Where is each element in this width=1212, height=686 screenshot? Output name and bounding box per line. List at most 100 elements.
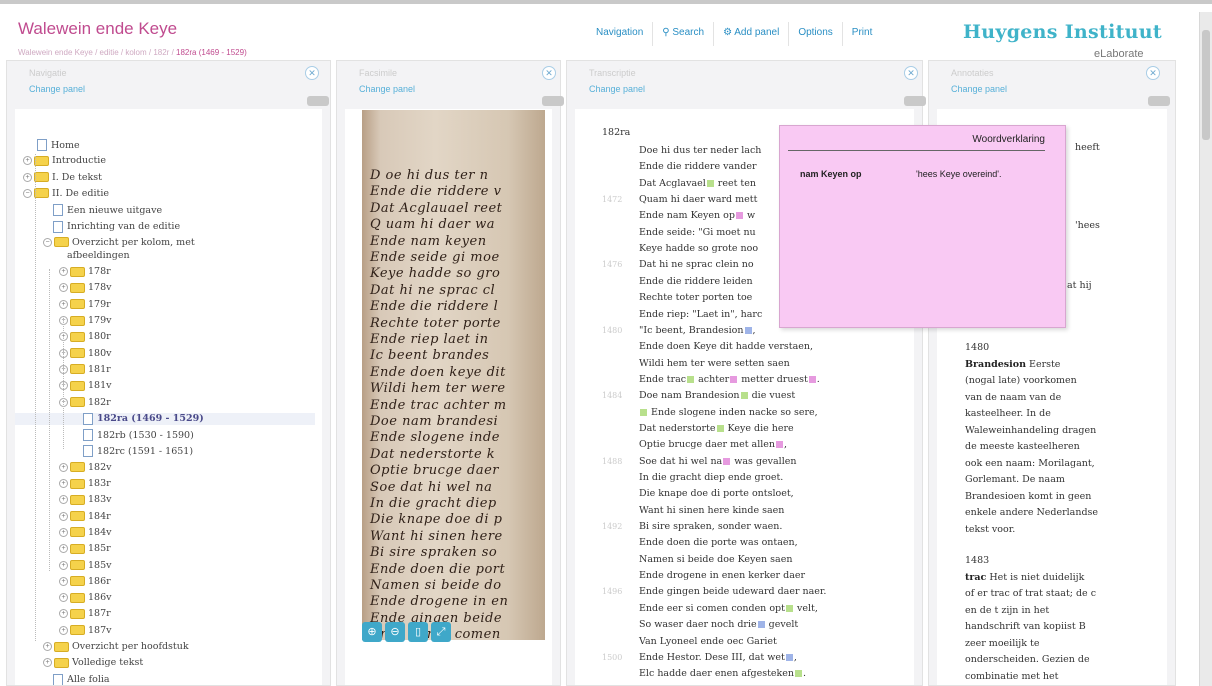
scrollbar-thumb[interactable] <box>1202 30 1210 140</box>
folder-icon <box>70 331 85 342</box>
collapse-icon[interactable]: − <box>43 237 52 247</box>
tree-document[interactable]: Een nieuwe uitgave <box>53 204 162 217</box>
annotation-marker-icon[interactable] <box>757 621 765 629</box>
expand-icon[interactable]: + <box>59 609 68 619</box>
panel-collapse-handle[interactable] <box>542 96 564 106</box>
annotation-marker-icon[interactable] <box>776 441 784 449</box>
change-panel-link[interactable]: Change panel <box>589 84 645 94</box>
fullscreen-icon[interactable]: ⤢ <box>431 622 451 642</box>
tree-folder[interactable]: + Overzicht per hoofdstuk <box>43 641 189 652</box>
tree-document[interactable]: Home <box>37 139 80 151</box>
expand-icon[interactable]: + <box>59 495 68 505</box>
annotation-marker-icon[interactable] <box>795 670 803 678</box>
tree-folder[interactable]: +185v <box>59 560 112 571</box>
zoom-in-icon[interactable]: ⊕ <box>362 622 382 642</box>
print-button[interactable]: Print <box>843 22 882 46</box>
expand-icon[interactable]: + <box>23 156 32 166</box>
close-icon[interactable]: ✕ <box>904 66 918 80</box>
annotation-marker-icon[interactable] <box>723 457 731 465</box>
change-panel-link[interactable]: Change panel <box>29 84 85 94</box>
annotation-marker-icon[interactable] <box>785 604 793 612</box>
page-scrollbar[interactable] <box>1199 12 1212 686</box>
expand-icon[interactable]: + <box>59 544 68 554</box>
tree-folder[interactable]: +179r <box>59 299 111 310</box>
tree-folder[interactable]: +186v <box>59 592 112 603</box>
tree-item-label: 180r <box>88 331 111 343</box>
annotation-lemma[interactable]: trac <box>965 572 986 583</box>
expand-icon[interactable]: + <box>59 267 68 277</box>
annotation-marker-icon[interactable] <box>735 212 743 220</box>
expand-icon[interactable]: + <box>59 625 68 635</box>
annotation-marker-icon[interactable] <box>640 408 647 416</box>
tree-folder[interactable]: +183r <box>59 478 111 489</box>
tree-document[interactable]: 182rc (1591 - 1651) <box>83 445 193 458</box>
line-text: Die knape doe di porte ontsloet, <box>639 488 794 500</box>
annotation-marker-icon[interactable] <box>687 375 695 383</box>
tree-folder[interactable]: − Overzicht per kolom, met <box>43 237 195 248</box>
expand-icon[interactable]: + <box>59 576 68 586</box>
add-panel-button[interactable]: ⚙ Add panel <box>714 22 790 46</box>
collapse-icon[interactable]: − <box>23 188 32 198</box>
tree-document[interactable]: 182ra (1469 - 1529) <box>15 412 315 425</box>
close-icon[interactable]: ✕ <box>305 66 319 80</box>
tree-folder[interactable]: + Volledige tekst <box>43 657 143 668</box>
tree-folder[interactable]: +184v <box>59 527 112 538</box>
tree-folder[interactable]: +181r <box>59 364 111 375</box>
annotation-marker-icon[interactable] <box>744 326 752 334</box>
tree-folder[interactable]: +185r <box>59 543 111 554</box>
annotation-marker-icon[interactable] <box>716 424 724 432</box>
annotation-marker-icon[interactable] <box>730 375 738 383</box>
tree-folder[interactable]: +186r <box>59 576 111 587</box>
tree-document[interactable]: Alle folia <box>53 673 110 685</box>
close-icon[interactable]: ✕ <box>542 66 556 80</box>
panel-collapse-handle[interactable] <box>307 96 329 106</box>
expand-icon[interactable]: + <box>43 658 52 668</box>
tree-item-label: afbeeldingen <box>67 249 130 261</box>
close-icon[interactable]: ✕ <box>1146 66 1160 80</box>
expand-icon[interactable]: + <box>59 283 68 293</box>
expand-icon[interactable]: + <box>59 560 68 570</box>
tree-folder[interactable]: +181v <box>59 380 112 391</box>
expand-icon[interactable]: + <box>23 172 32 182</box>
expand-icon[interactable]: + <box>59 299 68 309</box>
expand-icon[interactable]: + <box>59 511 68 521</box>
annotation-marker-icon[interactable] <box>785 653 793 661</box>
tree-folder[interactable]: +187v <box>59 625 112 636</box>
tree-folder[interactable]: +182v <box>59 462 112 473</box>
app-title[interactable]: Walewein ende Keye <box>18 19 177 39</box>
tree-folder[interactable]: +187r <box>59 608 111 619</box>
tree-document[interactable]: 182rb (1530 - 1590) <box>83 429 194 442</box>
tree-document[interactable]: Inrichting van de editie <box>53 220 180 233</box>
expand-icon[interactable]: + <box>59 479 68 488</box>
tree-folder[interactable]: +178v <box>59 282 112 293</box>
breadcrumb-path[interactable]: Walewein ende Keye / editie / kolom / 18… <box>18 48 176 57</box>
annotation-marker-icon[interactable] <box>706 179 714 187</box>
expand-icon[interactable]: + <box>43 642 52 651</box>
options-button[interactable]: Options <box>789 22 843 46</box>
expand-icon[interactable]: + <box>59 527 68 537</box>
search-button[interactable]: ⚲ Search <box>653 22 715 46</box>
tree-folder[interactable]: −182r <box>59 397 111 408</box>
expand-icon[interactable]: + <box>59 593 68 603</box>
tree-label[interactable]: afbeeldingen <box>67 250 130 261</box>
panel-collapse-handle[interactable] <box>904 96 926 106</box>
tree-folder[interactable]: +183v <box>59 494 112 505</box>
tree-folder[interactable]: +180r <box>59 331 111 342</box>
change-panel-link[interactable]: Change panel <box>951 84 1007 94</box>
change-panel-link[interactable]: Change panel <box>359 84 415 94</box>
zoom-out-icon[interactable]: ⊖ <box>385 622 405 642</box>
tree-folder[interactable]: +178r <box>59 266 111 277</box>
tree-folder[interactable]: +179v <box>59 315 112 326</box>
word-explanation-popup[interactable]: Woordverklaring nam Keyen op 'hees Keye … <box>779 125 1066 328</box>
panel-collapse-handle[interactable] <box>1148 96 1170 106</box>
navigation-button[interactable]: Navigation <box>587 22 654 46</box>
expand-icon[interactable]: + <box>59 462 68 472</box>
tree-folder[interactable]: +184r <box>59 511 111 522</box>
page-icon[interactable]: ▯ <box>408 622 428 642</box>
annotation-marker-icon[interactable] <box>808 375 816 383</box>
annotation-lemma[interactable]: Brandesion <box>965 359 1026 370</box>
brand-logo[interactable]: Huygens Instituut <box>963 21 1162 43</box>
tree-folder[interactable]: +180v <box>59 348 112 359</box>
annotation-marker-icon[interactable] <box>740 392 748 400</box>
manuscript-image[interactable]: D oe hi dus ter n Ende die riddere v Dat A… <box>362 110 545 640</box>
